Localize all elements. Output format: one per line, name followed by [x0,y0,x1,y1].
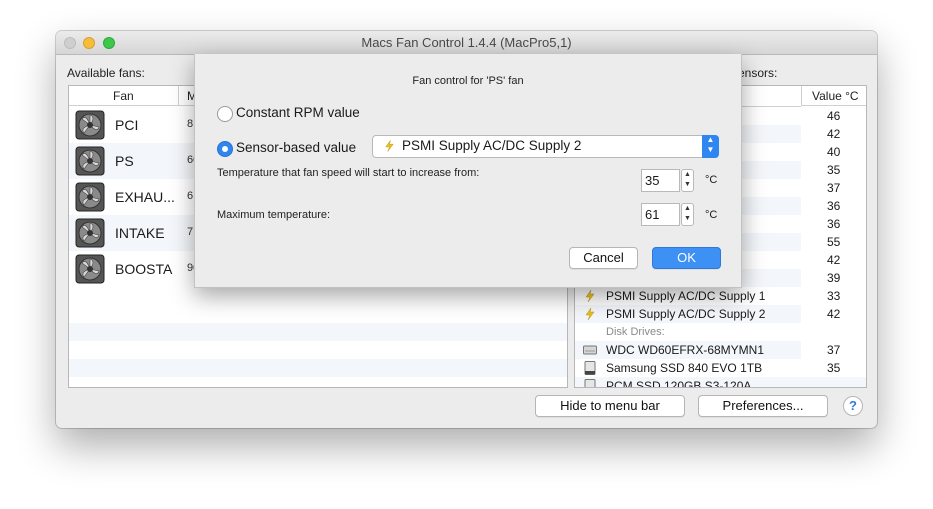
sensor-value: 35 [827,361,841,375]
sensor-value: 37 [827,181,841,195]
available-fans-label: Available fans: [67,66,145,80]
sensor-value: 33 [827,289,841,303]
sensor-row[interactable]: PSMI Supply AC/DC Supply 1 33 [575,287,866,305]
hdd-icon [583,345,597,355]
max-temp-input[interactable]: 61 [641,203,680,226]
fan-name: PCI [115,117,139,133]
chevron-updown-icon[interactable]: ▲ ▼ [702,135,719,158]
ok-button[interactable]: OK [652,247,721,269]
temp-start-label: Temperature that fan speed will start to… [217,167,480,179]
sensor-based-label[interactable]: Sensor-based value [236,140,356,155]
sensor-value: 55 [827,235,841,249]
hide-to-menu-bar-button[interactable]: Hide to menu bar [535,395,685,417]
max-temp-label: Maximum temperature: [217,209,331,221]
sensor-value: 42 [827,127,841,141]
sensor-value: 37 [827,343,841,357]
empty-row [69,359,567,377]
title-bar[interactable]: Macs Fan Control 1.4.4 (MacPro5,1) [56,31,877,55]
sensor-value: 46 [827,109,841,123]
sensor-value: 42 [827,307,841,321]
sensor-row[interactable]: PCM SSD 120GB S3-120A [575,377,866,388]
constant-rpm-radio[interactable] [217,106,233,122]
ssd-icon [584,361,596,375]
sensor-name: Samsung SSD 840 EVO 1TB [606,361,763,375]
fan-icon [75,218,105,248]
temp-start-unit: °C [705,174,718,186]
fan-name: EXHAU... [115,189,175,205]
fan-speed: 7 [187,226,194,238]
sensor-select-value: PSMI Supply AC/DC Supply 2 [402,138,582,153]
sensor-value: 35 [827,163,841,177]
fan-icon [75,146,105,176]
fan-speed: 8 [187,118,194,130]
cancel-button[interactable]: Cancel [569,247,638,269]
sensor-value: 39 [827,271,841,285]
fan-control-dialog: Fan control for 'PS' fan Constant RPM va… [194,54,742,288]
group-row: Disk Drives: [575,323,866,341]
temp-start-input[interactable]: 35 [641,169,680,192]
fan-name: PS [115,153,134,169]
preferences-button[interactable]: Preferences... [698,395,828,417]
sensor-row[interactable]: Samsung SSD 840 EVO 1TB 35 [575,359,866,377]
max-temp-unit: °C [705,209,718,221]
sensor-value: 36 [827,199,841,213]
sensor-name: WDC WD60EFRX-68MYMN1 [606,343,765,357]
sensor-value: 36 [827,217,841,231]
lightning-icon [585,307,595,321]
ssd-icon [584,379,596,387]
fan-icon [75,110,105,140]
lightning-icon [585,289,595,303]
sensor-select[interactable]: PSMI Supply AC/DC Supply 2 ▲ ▼ [372,135,719,158]
fan-name: INTAKE [115,225,165,241]
sensor-name: PSMI Supply AC/DC Supply 1 [606,289,766,303]
window-title: Macs Fan Control 1.4.4 (MacPro5,1) [361,35,572,50]
empty-row [69,323,567,341]
fan-icon [75,254,105,284]
sensor-row[interactable]: WDC WD60EFRX-68MYMN1 37 [575,341,866,359]
sensor-row[interactable]: PSMI Supply AC/DC Supply 2 42 [575,305,866,323]
help-button[interactable]: ? [843,396,863,416]
sensor-value: 42 [827,253,841,267]
column-header-fan[interactable]: Fan [69,86,179,106]
temp-start-stepper[interactable]: ▲ ▼ [681,169,694,192]
lightning-icon [385,140,394,152]
fan-speed: 6 [187,190,194,202]
sensor-name: PSMI Supply AC/DC Supply 2 [606,307,766,321]
sensor-value: 40 [827,145,841,159]
fan-name: BOOSTA [115,261,173,277]
sensor-based-radio[interactable] [217,141,233,157]
dialog-title: Fan control for 'PS' fan [412,75,524,87]
sensor-name: PCM SSD 120GB S3-120A [606,379,752,388]
constant-rpm-label[interactable]: Constant RPM value [236,105,360,120]
column-header-value[interactable]: Value °C [801,86,866,106]
group-label-disk-drives: Disk Drives: [606,326,665,338]
fan-icon [75,182,105,212]
sensors-label: ensors: [738,66,778,80]
max-temp-stepper[interactable]: ▲ ▼ [681,203,694,226]
